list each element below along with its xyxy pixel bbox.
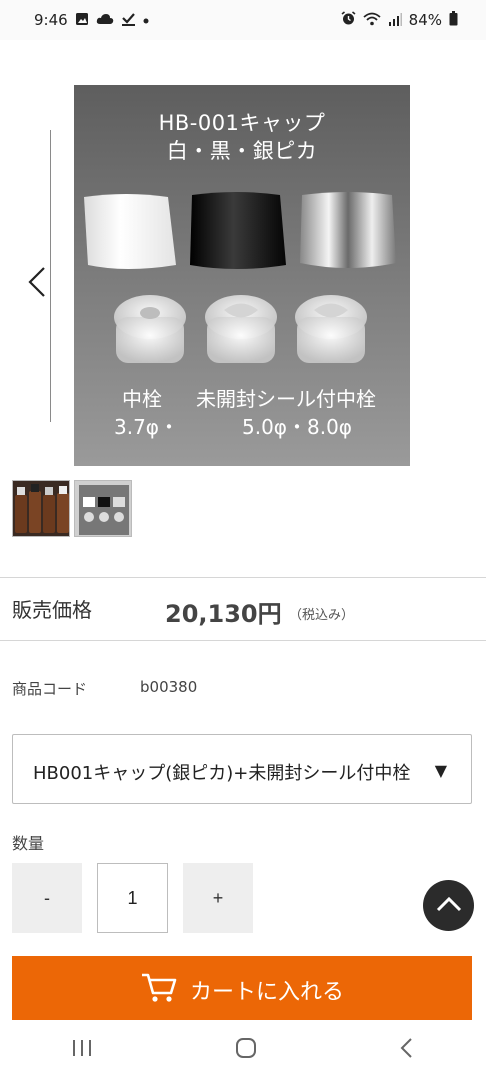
recent-apps-icon[interactable] (71, 1038, 93, 1062)
black-cap-shape (190, 192, 286, 269)
white-cap-shape (84, 194, 176, 269)
caption-right-line1: 未開封シール付中栓 (196, 387, 376, 411)
image-title-line2: 白・黒・銀ピカ (166, 139, 318, 163)
battery-icon (449, 11, 458, 29)
variant-select[interactable]: HB001キャップ(銀ピカ)+未開封シール付中栓 ▼ (12, 734, 472, 804)
cloud-icon (96, 13, 114, 28)
status-time: 9:46 (34, 11, 68, 29)
chevron-up-icon (435, 895, 463, 917)
caption-left-line2: 3.7φ・ (114, 415, 179, 439)
carousel-divider (50, 130, 51, 422)
caption-left-line1: 中栓 (122, 387, 162, 411)
dot-icon (143, 14, 149, 27)
silver-cap-shape (300, 192, 396, 268)
price-value: 20,130円 (165, 600, 282, 628)
system-navigation-bar (0, 1020, 486, 1080)
home-icon[interactable] (235, 1037, 257, 1063)
divider (0, 577, 486, 578)
alarm-icon (341, 11, 356, 29)
status-bar: 9:46 84% (0, 0, 486, 40)
price-label: 販売価格 (12, 598, 92, 622)
caps-illustration (84, 192, 396, 363)
quantity-decrease-button[interactable]: - (12, 863, 82, 933)
image-icon (75, 12, 89, 29)
product-code-label: 商品コード (12, 680, 88, 698)
wifi-icon (363, 12, 381, 29)
cart-icon (140, 971, 178, 1009)
status-bar-right: 84% (341, 11, 458, 29)
price-tax-note: （税込み） (289, 608, 355, 623)
divider (0, 640, 486, 641)
caption-right-line2: 5.0φ・8.0φ (242, 415, 352, 439)
add-to-cart-button[interactable]: カートに入れる (12, 956, 472, 1024)
main-product-image[interactable]: HB-001キャップ 白・黒・銀ピカ 中栓 3.7φ・ 未開封シール付中栓 5.… (74, 85, 410, 466)
add-to-cart-label: カートに入れる (189, 980, 344, 1005)
image-title-line1: HB-001キャップ (158, 111, 326, 135)
caps-thumbnail[interactable] (74, 480, 132, 537)
dropdown-arrow-icon: ▼ (434, 761, 447, 780)
brown-bottles-thumbnail[interactable] (12, 480, 70, 537)
quantity-label: 数量 (12, 834, 45, 853)
back-icon[interactable] (399, 1037, 415, 1063)
download-check-icon (121, 12, 136, 29)
battery-percent: 84% (408, 11, 442, 29)
product-code-value: b00380 (140, 678, 198, 696)
variant-select-value: HB001キャップ(銀ピカ)+未開封シール付中栓 (33, 763, 411, 784)
quantity-input[interactable] (97, 863, 168, 933)
status-bar-left: 9:46 (34, 11, 149, 29)
back-to-top-button[interactable] (423, 880, 474, 931)
signal-icon (388, 12, 402, 29)
prev-image-arrow-icon[interactable] (22, 262, 52, 302)
quantity-increase-button[interactable]: + (183, 863, 253, 933)
